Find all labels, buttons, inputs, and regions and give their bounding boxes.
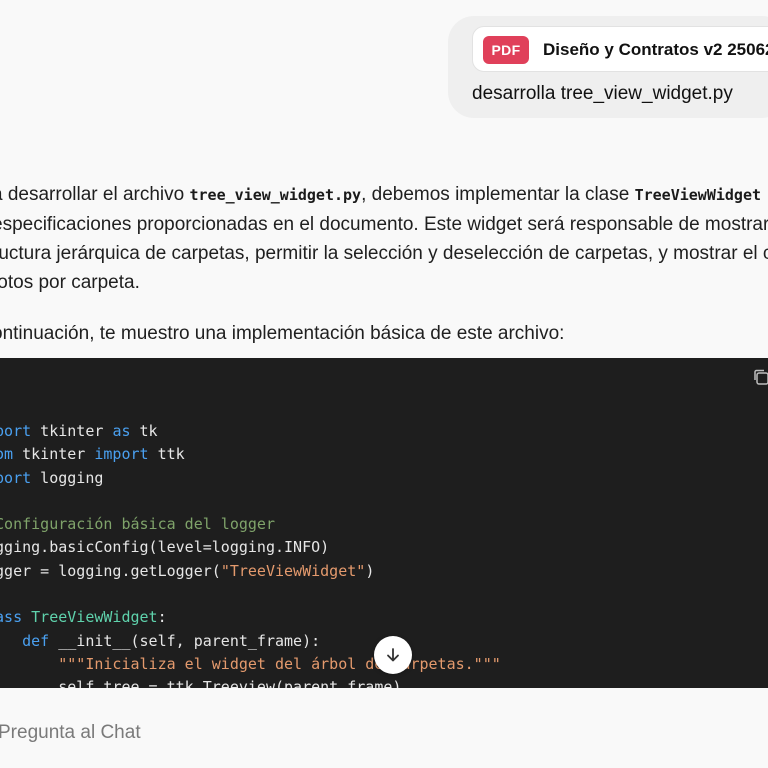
inline-code-filename: tree_view_widget.py bbox=[189, 186, 362, 204]
pdf-file-icon: PDF bbox=[483, 36, 529, 64]
assistant-paragraph-2: ontinuación, te muestro una implementaci… bbox=[0, 323, 565, 344]
paragraph-line: a desarrollar el archivo tree_view_widge… bbox=[0, 184, 762, 205]
chat-input[interactable]: Pregunta al Chat bbox=[0, 722, 141, 744]
user-message-text: desarrolla tree_view_widget.py bbox=[472, 83, 733, 104]
code-content: nport tkinter as tk rom tkinter import t… bbox=[0, 422, 501, 688]
copy-icon[interactable] bbox=[752, 368, 768, 386]
paragraph-line: ructura jerárquica de carpetas, permitir… bbox=[0, 243, 768, 264]
paragraph-line: especificaciones proporcionadas en el do… bbox=[0, 214, 768, 235]
inline-code-classname: TreeViewWidget bbox=[634, 186, 762, 204]
assistant-paragraph-1: a desarrollar el archivo tree_view_widge… bbox=[0, 180, 768, 297]
scroll-to-bottom-button[interactable] bbox=[374, 636, 412, 674]
attachment-filename: Diseño y Contratos v2 250628 bbox=[543, 40, 768, 59]
chat-page: PDF Diseño y Contratos v2 250628 desarro… bbox=[0, 0, 768, 768]
pdf-attachment-card[interactable]: PDF Diseño y Contratos v2 250628 bbox=[472, 26, 768, 72]
arrow-down-icon bbox=[387, 648, 399, 662]
paragraph-line: fotos por carpeta. bbox=[0, 272, 140, 293]
